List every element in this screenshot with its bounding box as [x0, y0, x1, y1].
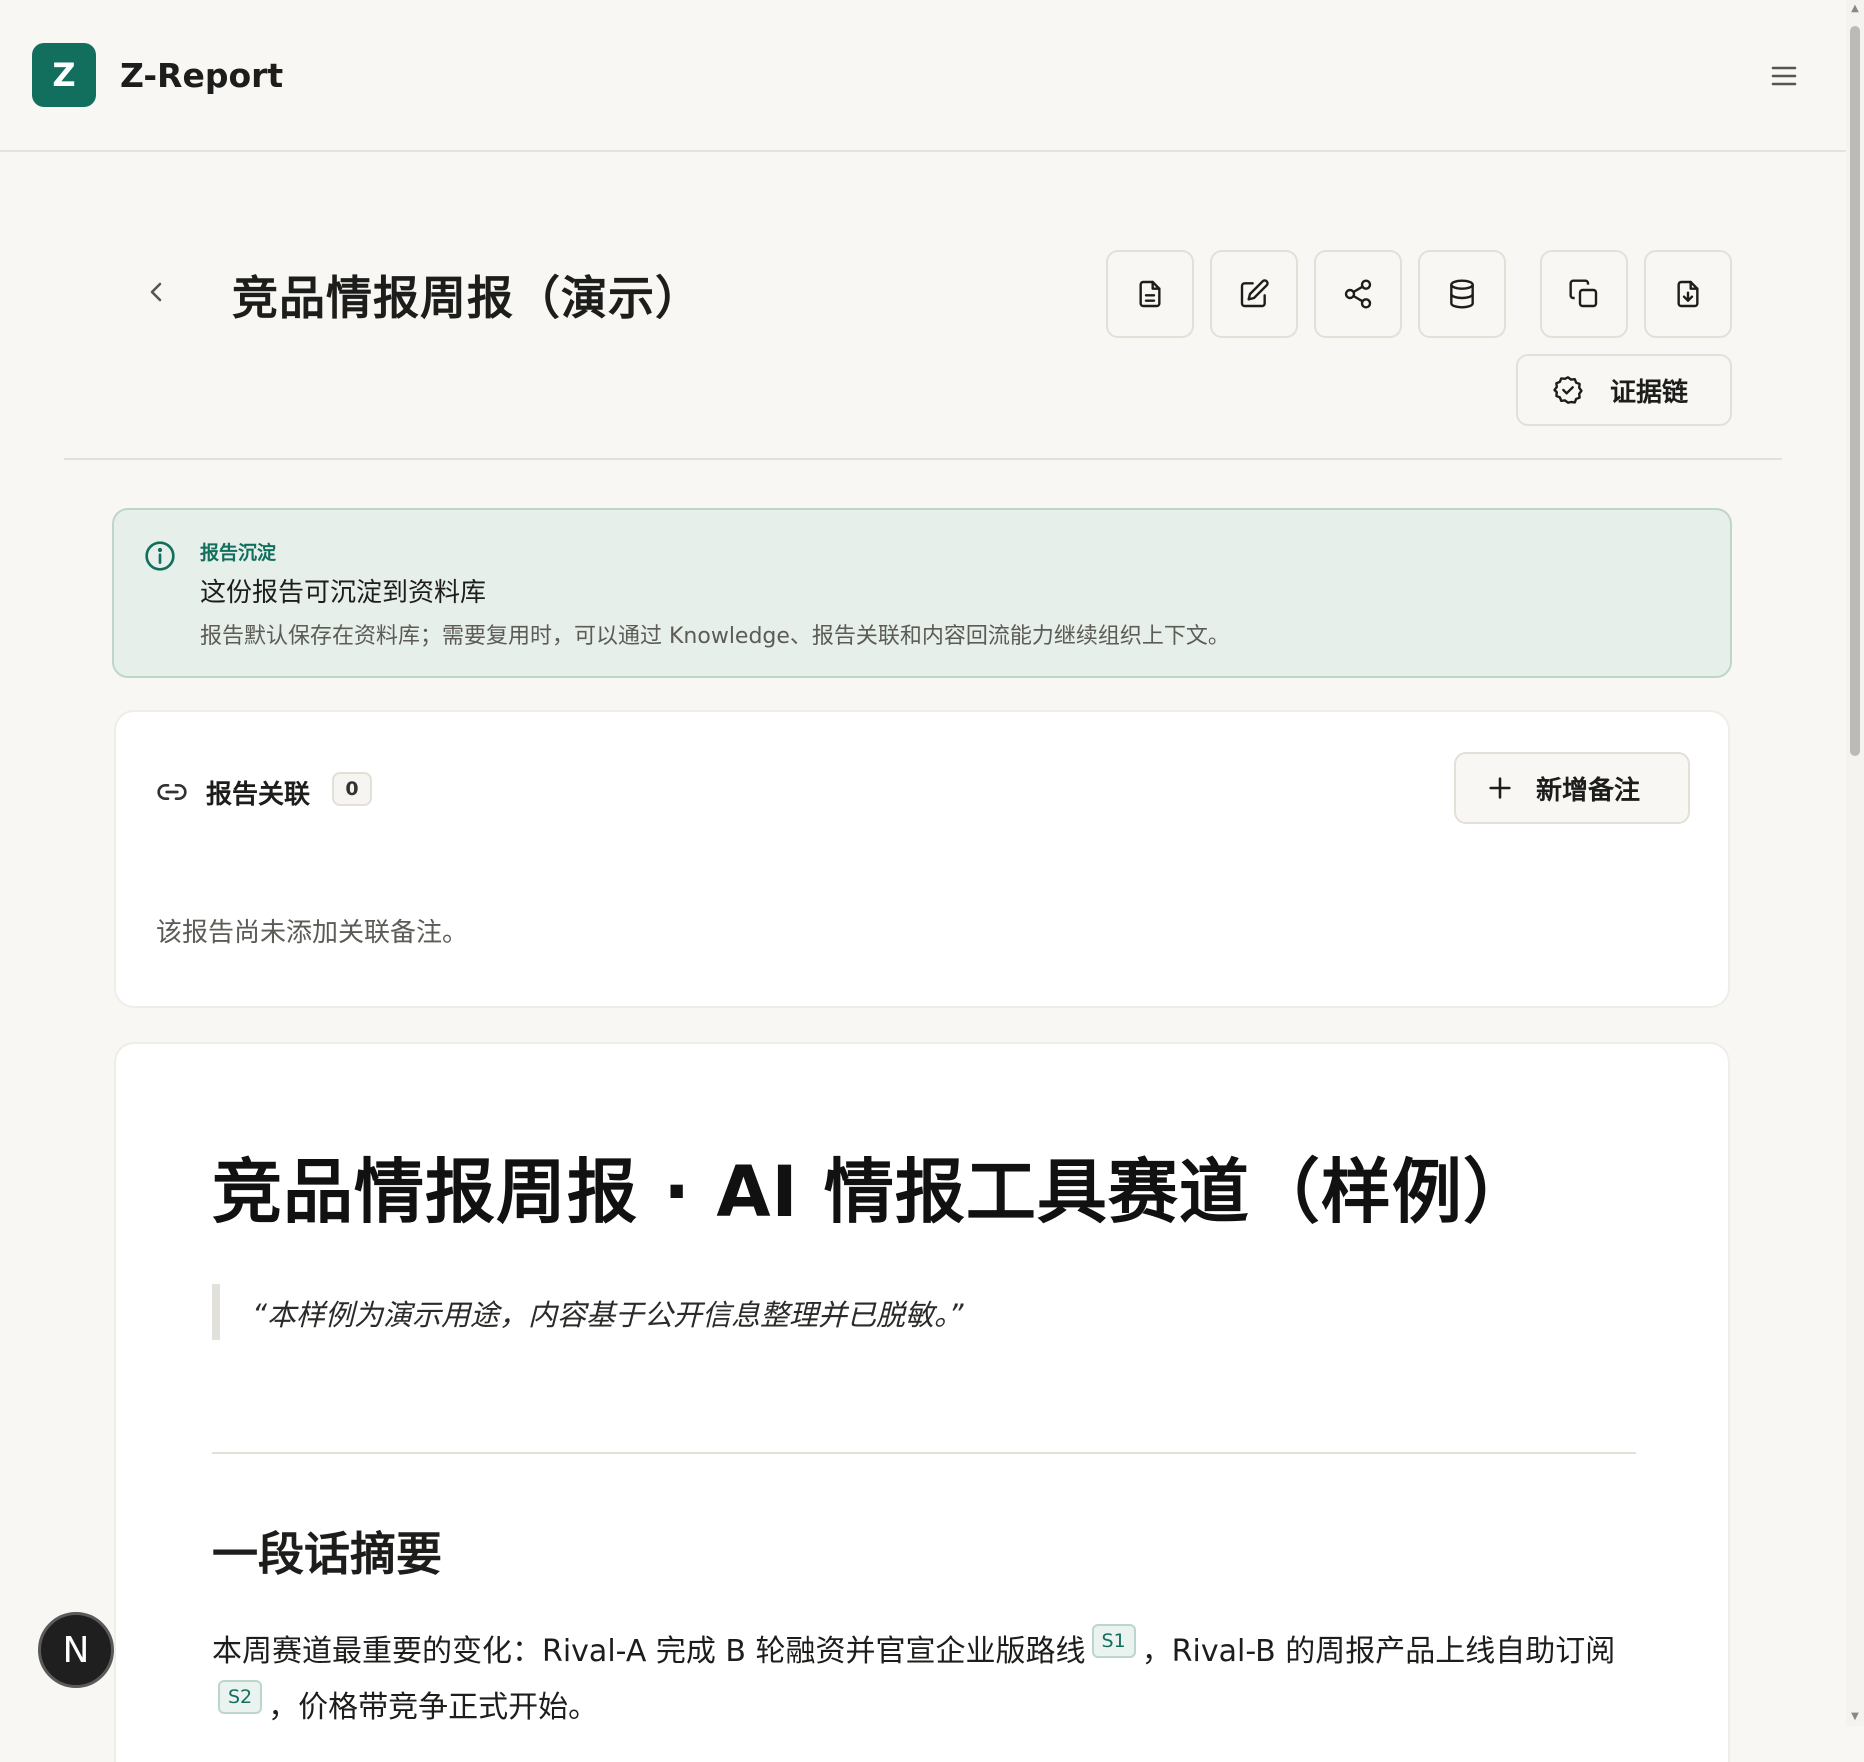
floating-n-button[interactable]: N	[38, 1612, 114, 1688]
evidence-chain-button[interactable]: 证据链	[1516, 354, 1732, 426]
citation-badge-s2[interactable]: S2	[218, 1680, 263, 1714]
badge-check-icon	[1553, 376, 1583, 404]
file-download-icon	[1677, 280, 1699, 308]
app-logo[interactable]: Z	[32, 43, 96, 107]
document-button[interactable]	[1106, 250, 1194, 338]
scroll-up-arrow-icon[interactable]: ▲	[1849, 4, 1861, 14]
report-content-card: 竞品情报周报 · AI 情报工具赛道（样例） “本样例为演示用途，内容基于公开信…	[114, 1042, 1730, 1762]
copy-button[interactable]	[1540, 250, 1628, 338]
report-links-empty-state: 该报告尚未添加关联备注。	[156, 918, 469, 948]
report-links-count-badge: 0	[332, 772, 372, 806]
scroll-down-arrow-icon[interactable]: ▼	[1849, 1712, 1861, 1722]
summary-paragraph: 本周赛道最重要的变化：Rival-A 完成 B 轮融资并官宣企业版路线 S1 ，Ri…	[212, 1624, 1642, 1736]
report-links-card: 报告关联 0 新增备注 该报告尚未添加关联备注。	[114, 710, 1730, 1008]
summary-text-3: ，价格带竞争正式开始。	[268, 1690, 599, 1725]
report-title: 竞品情报周报 · AI 情报工具赛道（样例）	[212, 1151, 1534, 1233]
page-title: 竞品情报周报（演示）	[232, 271, 702, 325]
file-text-icon	[1139, 280, 1161, 308]
citation-badge-s1[interactable]: S1	[1091, 1624, 1136, 1658]
hamburger-menu-icon[interactable]	[1766, 60, 1802, 92]
header-divider	[64, 458, 1782, 460]
share-icon	[1344, 279, 1372, 309]
summary-heading: 一段话摘要	[212, 1527, 442, 1581]
knowledge-base-button[interactable]	[1418, 250, 1506, 338]
info-icon	[144, 540, 176, 572]
summary-text-2: ，Rival-B 的周报产品上线自助订阅	[1141, 1634, 1616, 1669]
evidence-chain-label: 证据链	[1610, 377, 1689, 408]
share-button[interactable]	[1314, 250, 1402, 338]
report-archive-banner: 报告沉淀 这份报告可沉淀到资料库 报告默认保存在资料库；需要复用时，可以通过 K…	[112, 508, 1732, 678]
top-bar: Z Z-Report	[0, 0, 1846, 152]
edit-icon	[1240, 279, 1269, 308]
plus-icon	[1489, 777, 1511, 799]
scrollbar-thumb[interactable]	[1850, 26, 1860, 756]
report-links-title: 报告关联	[206, 780, 311, 810]
export-button[interactable]	[1644, 250, 1732, 338]
banner-title: 这份报告可沉淀到资料库	[200, 578, 487, 608]
app-name[interactable]: Z-Report	[120, 56, 283, 95]
database-icon	[1450, 279, 1474, 309]
content-divider	[212, 1452, 1636, 1454]
banner-description: 报告默认保存在资料库；需要复用时，可以通过 Knowledge、报告关联和内容回…	[200, 624, 1230, 649]
banner-kicker: 报告沉淀	[200, 542, 277, 564]
report-disclaimer-quote: “本样例为演示用途，内容基于公开信息整理并已脱敏。”	[252, 1298, 964, 1332]
add-note-button[interactable]: 新增备注	[1454, 752, 1690, 824]
link-icon	[156, 776, 188, 808]
edit-button[interactable]	[1210, 250, 1298, 338]
add-note-label: 新增备注	[1536, 775, 1641, 806]
back-chevron-icon[interactable]	[140, 276, 172, 308]
copy-icon	[1569, 279, 1598, 308]
summary-text-1: 本周赛道最重要的变化：Rival-A 完成 B 轮融资并官宣企业版路线	[212, 1634, 1086, 1669]
blockquote-bar	[212, 1284, 220, 1340]
